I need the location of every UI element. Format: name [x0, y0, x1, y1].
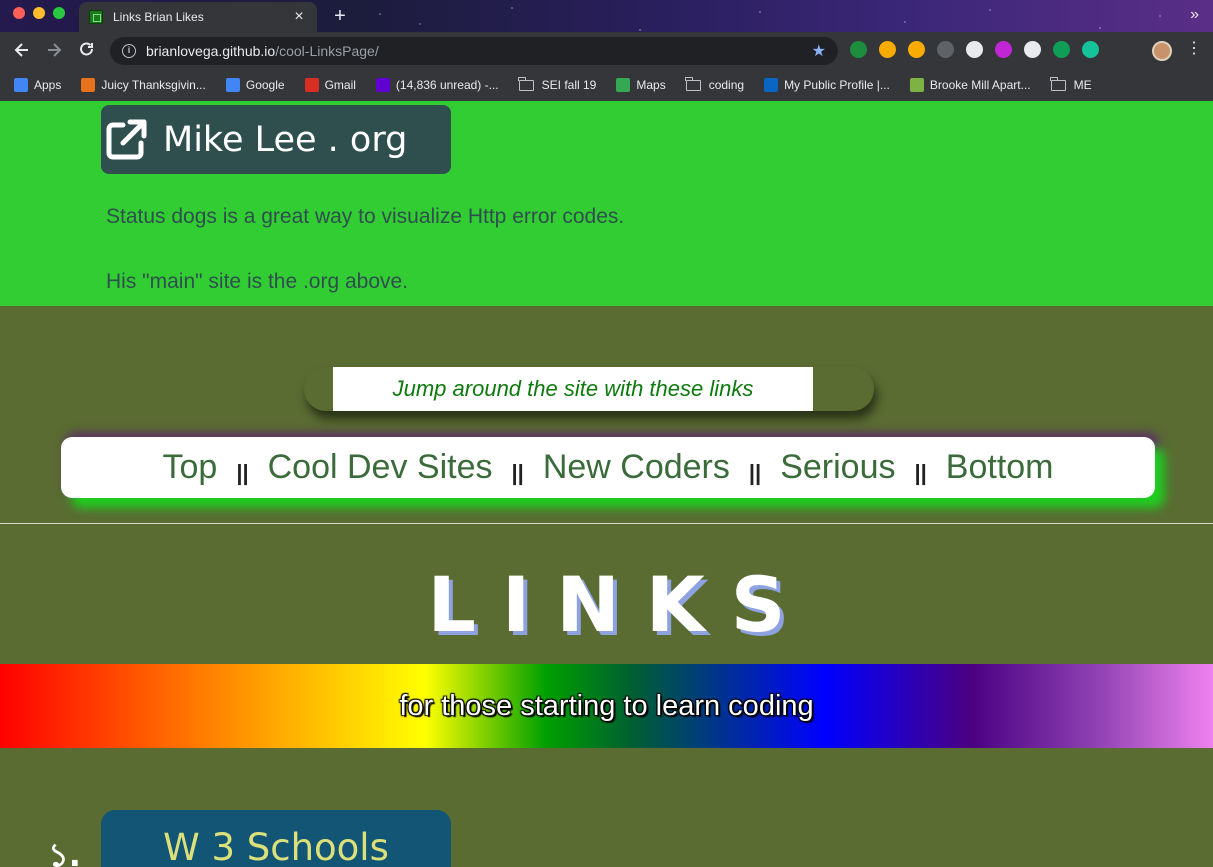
- url-text: brianlovega.github.io/cool-LinksPage/: [146, 43, 812, 59]
- bookmark-label: My Public Profile |...: [784, 78, 890, 92]
- nav-link-new-coders[interactable]: New Coders: [543, 448, 730, 487]
- bookmark-star-icon[interactable]: ★: [812, 41, 826, 61]
- bookmark-label: SEI fall 19: [541, 78, 597, 92]
- nav-separator: ||: [236, 459, 249, 485]
- mike-lee-link-card[interactable]: Mike Lee . org: [101, 105, 451, 174]
- bookmark-item[interactable]: Brooke Mill Apart...: [909, 78, 1031, 92]
- tab-title: Links Brian Likes: [113, 10, 204, 24]
- list-item-number: ১.: [48, 836, 81, 867]
- extensions-bar: [850, 41, 1099, 58]
- featured-section: Mike Lee . org Status dogs is a great wa…: [0, 101, 1213, 306]
- apps-grid-icon: [14, 78, 28, 92]
- bookmark-label: Maps: [636, 78, 666, 92]
- browser-toolbar: i brianlovega.github.io/cool-LinksPage/ …: [0, 32, 1213, 69]
- extension-icon[interactable]: [995, 41, 1012, 58]
- w3-schools-link-title: W 3 Schools: [163, 826, 389, 867]
- nav-separator: ||: [748, 459, 762, 485]
- juicy-icon: [81, 78, 96, 92]
- nav-link-bottom[interactable]: Bottom: [946, 448, 1054, 487]
- address-bar[interactable]: i brianlovega.github.io/cool-LinksPage/ …: [110, 37, 838, 65]
- forward-icon[interactable]: [44, 40, 64, 60]
- apartment-icon: [909, 78, 924, 92]
- gmail-icon: [304, 78, 319, 92]
- bookmark-item[interactable]: Apps: [14, 78, 61, 92]
- extension-icon[interactable]: [966, 41, 983, 58]
- extension-icon[interactable]: [879, 41, 896, 58]
- rainbow-subtitle: for those starting to learn coding: [399, 689, 814, 722]
- extension-icon[interactable]: [850, 41, 867, 58]
- description-status-dogs: Status dogs is a great way to visualize …: [106, 205, 625, 228]
- extension-icon[interactable]: [937, 41, 954, 58]
- bookmark-label: Gmail: [324, 78, 356, 92]
- bookmark-item[interactable]: SEI fall 19: [518, 76, 597, 92]
- minimize-window-button[interactable]: [33, 7, 45, 19]
- bookmark-item[interactable]: Google: [225, 78, 285, 92]
- maps-icon: [616, 78, 631, 92]
- bookmark-item[interactable]: Juicy Thanksgivin...: [81, 78, 206, 92]
- nav-separator: ||: [511, 459, 524, 485]
- browser-chrome: Links Brian Likes × + i brianlovega.gith…: [0, 0, 1213, 101]
- tab-favicon-icon: [89, 10, 103, 24]
- reload-icon[interactable]: [77, 40, 97, 60]
- folder-icon: [685, 76, 701, 91]
- nav-link-serious[interactable]: Serious: [780, 448, 895, 487]
- bookmark-item[interactable]: (14,836 unread) -...: [375, 78, 499, 92]
- yahoo-mail-icon: [375, 78, 390, 92]
- bookmark-label: Brooke Mill Apart...: [929, 78, 1031, 92]
- extension-icon[interactable]: [908, 41, 925, 58]
- extension-icon[interactable]: [1053, 41, 1070, 58]
- back-icon[interactable]: [12, 40, 32, 60]
- linkedin-icon: [764, 78, 779, 92]
- bookmark-label: Google: [245, 78, 285, 92]
- folder-icon: [518, 76, 534, 91]
- bookmark-item[interactable]: ME: [1050, 76, 1092, 92]
- bookmarks-bar: Apps Juicy Thanksgivin... Google Gmail (14,8…: [0, 69, 1213, 101]
- tab-close-icon[interactable]: ×: [291, 9, 307, 25]
- folder-icon: [1050, 76, 1066, 91]
- bookmark-label: ME: [1073, 78, 1092, 92]
- bookmarks-overflow-icon[interactable]: »: [1190, 6, 1199, 24]
- bookmark-item[interactable]: coding: [685, 76, 745, 92]
- bookmark-label: (14,836 unread) -...: [395, 78, 499, 92]
- more-menu-icon[interactable]: ⋮: [1186, 39, 1202, 59]
- new-tab-button[interactable]: +: [330, 6, 350, 26]
- nav-link-top[interactable]: Top: [162, 448, 217, 487]
- browser-tab[interactable]: Links Brian Likes ×: [79, 2, 317, 32]
- bookmark-label: Juicy Thanksgivin...: [101, 78, 206, 92]
- site-info-icon[interactable]: i: [122, 44, 136, 58]
- extension-icon[interactable]: [1082, 41, 1099, 58]
- url-host: brianlovega.github.io: [146, 43, 276, 59]
- links-heading: LINKS: [427, 560, 812, 649]
- external-link-icon: [106, 119, 147, 159]
- section-divider: [0, 523, 1213, 524]
- w3-schools-link-card[interactable]: W 3 Schools: [101, 810, 451, 867]
- jump-caption: Jump around the site with these links: [333, 367, 813, 411]
- bookmark-label: Apps: [34, 78, 62, 92]
- maximize-window-button[interactable]: [53, 7, 65, 19]
- bookmark-item[interactable]: Maps: [616, 78, 666, 92]
- bookmark-label: coding: [708, 78, 745, 92]
- close-window-button[interactable]: [13, 7, 25, 19]
- profile-avatar[interactable]: [1152, 41, 1172, 61]
- description-main-site: His "main" site is the .org above.: [106, 270, 409, 293]
- bookmark-item[interactable]: Gmail: [304, 78, 356, 92]
- mike-lee-link-title: Mike Lee . org: [163, 119, 408, 160]
- extension-icon[interactable]: [1024, 41, 1041, 58]
- google-icon: [225, 78, 240, 92]
- nav-separator: ||: [914, 459, 927, 485]
- rainbow-banner: for those starting to learn coding: [0, 664, 1213, 748]
- jump-caption-text: Jump around the site with these links: [392, 376, 754, 401]
- nav-link-cool-dev-sites[interactable]: Cool Dev Sites: [268, 448, 493, 487]
- url-path: /cool-LinksPage/: [275, 43, 379, 59]
- bookmark-item[interactable]: My Public Profile |...: [764, 78, 890, 92]
- site-nav-bar: Top || Cool Dev Sites || New Coders || S…: [61, 437, 1155, 498]
